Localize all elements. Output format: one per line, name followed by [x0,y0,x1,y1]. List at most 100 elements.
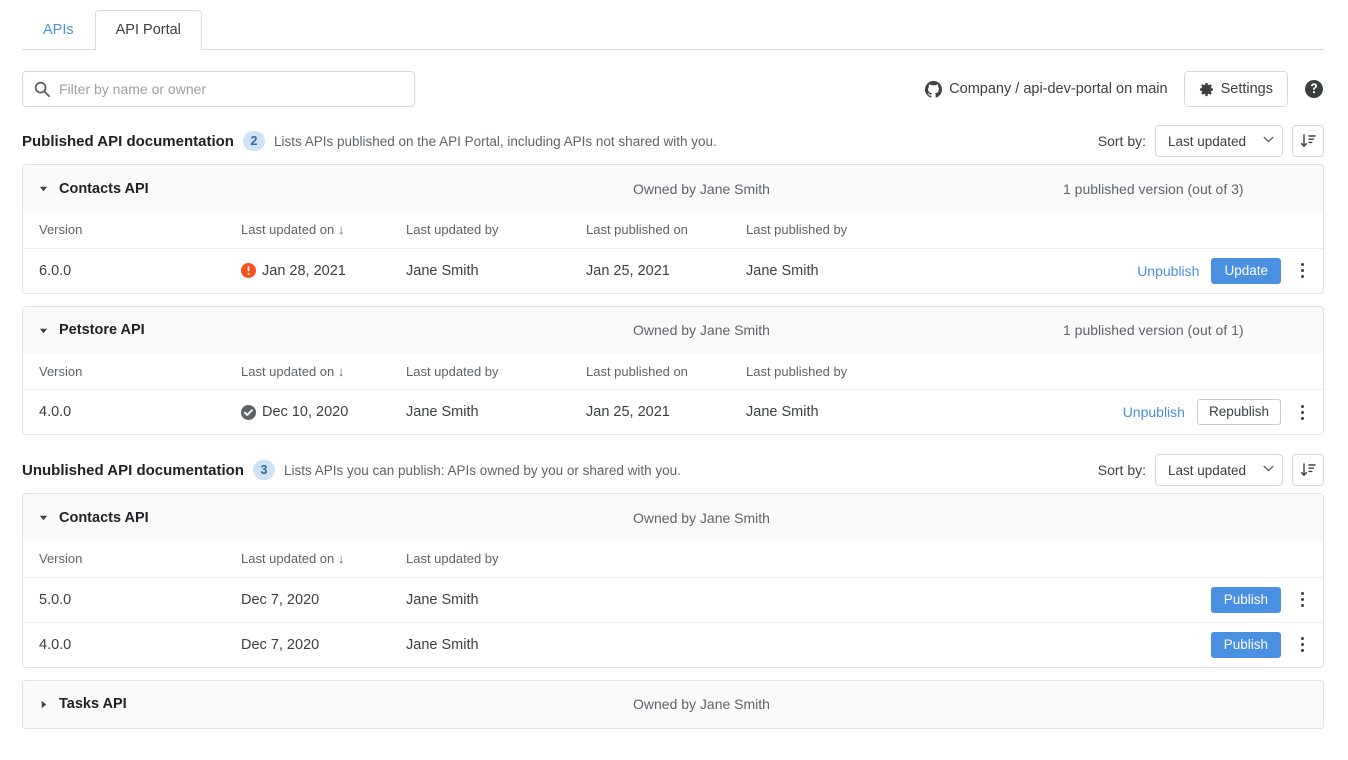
column-header[interactable]: Last published by [746,353,951,390]
tab-apis[interactable]: APIs [22,10,95,50]
version-cell: 6.0.0 [39,262,72,279]
toolbar-right: Company / api-dev-portal on main Setting… [925,71,1324,107]
search-input[interactable] [22,71,415,107]
sort-by-label: Sort by: [1097,133,1146,149]
row-overflow-menu-icon[interactable] [1293,589,1311,611]
last-updated-by-cell: Jane Smith [406,262,479,279]
api-owner: Owned by Jane Smith [633,180,770,197]
column-header[interactable]: Last updated by [406,212,586,249]
column-header[interactable]: Last published on [586,353,746,390]
sort-by-select[interactable]: Last updated [1155,454,1283,486]
row-action-unpublish-link[interactable]: Unpublish [1123,404,1185,420]
row-action-republish-button[interactable]: Republish [1196,399,1281,425]
last-updated-by-cell: Jane Smith [406,636,479,653]
help-circle-icon[interactable] [1304,79,1324,99]
last-updated-on-cell: Dec 7, 2020 [241,622,406,667]
column-header[interactable]: Last updated on ↓ [241,353,406,390]
section-count-badge: 3 [252,460,275,480]
sort-direction-button[interactable] [1292,454,1324,486]
repository-indicator: Company / api-dev-portal on main [925,80,1168,98]
column-header[interactable]: Last updated on ↓ [241,541,406,578]
sort-select-wrap: Last updated [1155,454,1283,486]
api-card: Tasks API Owned by Jane Smith [22,679,1324,729]
version-cell: 4.0.0 [39,636,72,653]
last-updated-on-cell: Jan 28, 2021 [241,248,406,293]
api-name: Contacts API [59,509,149,526]
repository-label: Company / api-dev-portal on main [949,81,1168,97]
warning-icon [241,263,256,278]
expand-toggle[interactable] [39,184,53,193]
section-title: Published API documentation [22,132,234,150]
table-row: 4.0.0 Dec 10, 2020 Jane Smith Jan 25, 2021… [23,390,1323,435]
api-card: Petstore API Owned by Jane Smith 1 publish… [22,305,1324,435]
gear-icon [1199,82,1213,96]
version-cell: 4.0.0 [39,404,72,420]
column-header[interactable]: Last updated by [406,541,826,578]
section-subtitle: Lists APIs published on the API Portal, … [273,133,717,149]
api-owner: Owned by Jane Smith [633,509,770,526]
row-overflow-menu-icon[interactable] [1293,401,1311,423]
column-header[interactable]: Version [23,212,241,249]
search-field [22,71,415,107]
api-owner: Owned by Jane Smith [633,696,770,712]
column-header[interactable]: Last updated on ↓ [241,212,406,249]
expand-toggle[interactable] [39,700,53,709]
row-overflow-menu-icon[interactable] [1293,634,1311,656]
last-published-on-cell: Jan 25, 2021 [586,404,670,420]
api-owner: Owned by Jane Smith [633,322,770,338]
expand-toggle[interactable] [39,513,53,522]
toolbar: Company / api-dev-portal on main Setting… [0,50,1348,112]
table-header-row: Version Last updated on ↓ Last updated by L… [23,353,1323,390]
sort-direction-button[interactable] [1292,125,1324,157]
row-action-update-button[interactable]: Update [1211,257,1281,284]
sort-by-label: Sort by: [1097,462,1146,478]
api-card-header[interactable]: Petstore API Owned by Jane Smith 1 publish… [23,306,1323,354]
api-name: Tasks API [59,696,127,712]
sort-by-select[interactable]: Last updated [1155,125,1283,157]
last-updated-on-value: Dec 7, 2020 [241,591,320,608]
column-header[interactable]: Last published on [586,212,746,249]
table-row: 4.0.0 Dec 7, 2020 Jane Smith Publish [23,622,1323,667]
cards-unpublished: Contacts API Owned by Jane Smith Version La… [0,493,1348,729]
table-row: 6.0.0 Jan 28, 2021 Jane Smith Jan 25, 2021… [23,248,1323,293]
column-header[interactable]: Version [23,353,241,390]
row-action-publish-button[interactable]: Publish [1210,631,1281,658]
caret-right-icon [41,700,47,708]
tab-api-portal[interactable]: API Portal [94,10,202,50]
api-card-header[interactable]: Contacts API Owned by Jane Smith [23,494,1323,541]
table-row: 5.0.0 Dec 7, 2020 Jane Smith Publish [23,577,1323,623]
row-overflow-menu-icon[interactable] [1293,260,1311,282]
last-published-on-cell: Jan 25, 2021 [586,262,670,279]
published-version-count: 1 published version (out of 3) [1063,180,1244,197]
row-action-publish-button[interactable]: Publish [1210,586,1281,613]
last-updated-by-cell: Jane Smith [406,404,479,420]
last-updated-on-value: Dec 10, 2020 [262,404,349,420]
column-header[interactable]: Last published by [746,212,951,249]
sections-container: Published API documentation 2 Lists APIs p… [0,118,1348,729]
api-name: Contacts API [59,180,149,197]
column-header-actions [826,541,1323,578]
tab-bar: APIs API Portal [0,0,1348,50]
settings-button[interactable]: Settings [1183,71,1288,107]
api-card-header[interactable]: Tasks API Owned by Jane Smith [23,680,1323,728]
column-header[interactable]: Version [23,541,241,578]
sort-descending-icon [1300,463,1316,477]
caret-down-icon [39,186,48,192]
row-actions-cell: Publish [826,622,1323,667]
versions-table: Version Last updated on ↓ Last updated by L… [23,212,1323,293]
table-header-row: Version Last updated on ↓ Last updated by [23,541,1323,578]
column-header-actions [951,212,1323,249]
section-subtitle: Lists APIs you can publish: APIs owned b… [283,462,681,478]
caret-down-icon [39,515,48,521]
api-card-header[interactable]: Contacts API Owned by Jane Smith 1 publish… [23,165,1323,212]
expand-toggle[interactable] [39,326,53,335]
caret-down-icon [39,328,48,333]
cards-published: Contacts API Owned by Jane Smith 1 publish… [0,164,1348,435]
last-updated-on-value: Dec 7, 2020 [241,636,320,653]
row-action-unpublish-link[interactable]: Unpublish [1137,263,1199,279]
sort-descending-icon [1300,134,1316,148]
row-actions-cell: Unpublish Republish [951,390,1323,435]
column-header[interactable]: Last updated by [406,353,586,390]
last-published-by-cell: Jane Smith [746,262,819,279]
api-card: Contacts API Owned by Jane Smith 1 publish… [22,164,1324,294]
